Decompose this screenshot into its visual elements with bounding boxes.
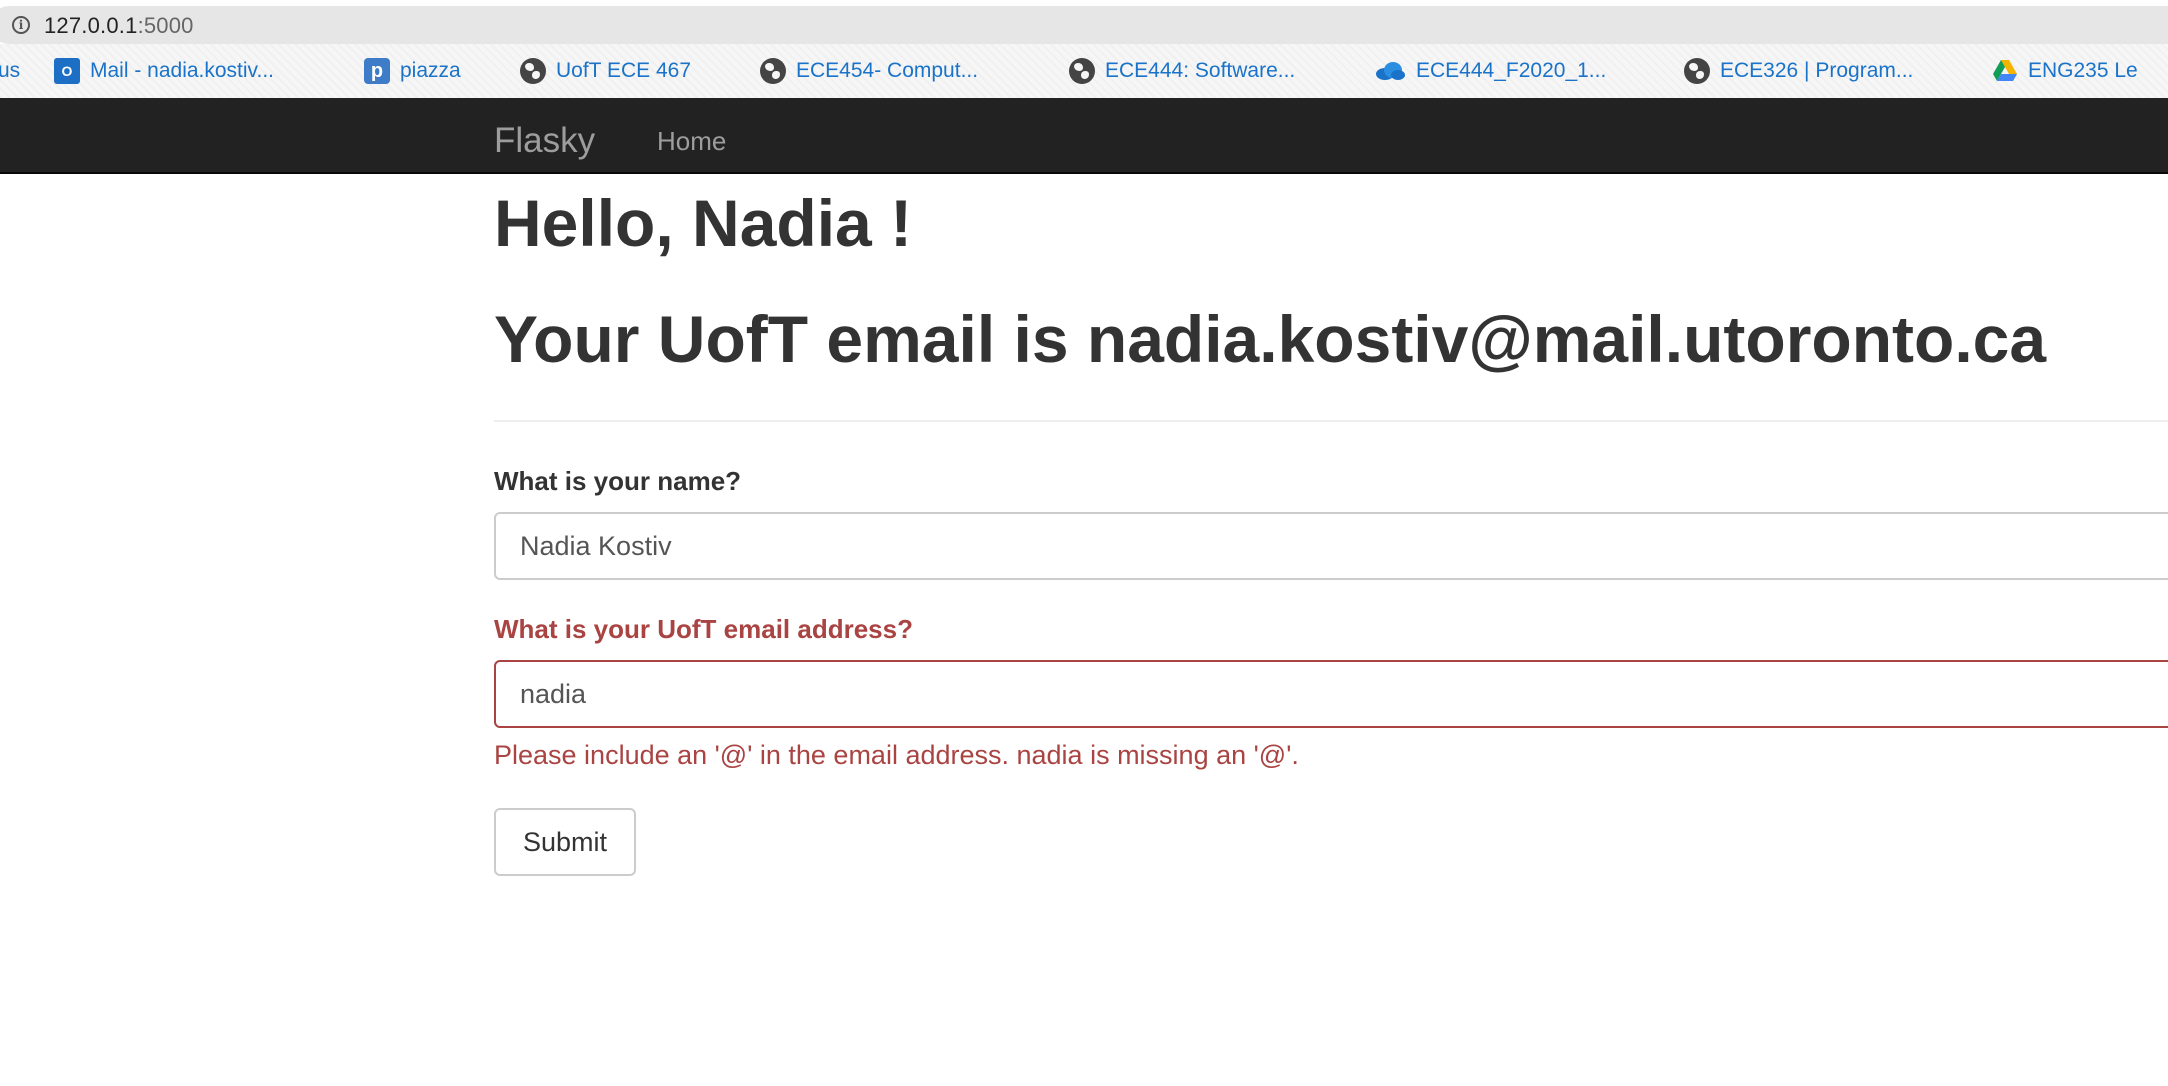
bookmark-item[interactable]: UofT ECE 467: [520, 58, 691, 84]
bookmark-label: ECE454- Comput...: [796, 59, 979, 82]
address-bar[interactable]: i 127.0.0.1:5000: [0, 6, 2168, 44]
navbar: Flasky Home: [0, 98, 2168, 174]
bookmark-item[interactable]: ENG235 Le: [1992, 58, 2138, 84]
name-input[interactable]: [494, 512, 2168, 580]
outlook-icon: O: [54, 58, 80, 84]
google-drive-icon: [1992, 58, 2018, 84]
url-text[interactable]: 127.0.0.1:5000: [44, 13, 194, 39]
url-host: 127.0.0.1: [44, 13, 138, 38]
bookmark-item[interactable]: O Mail - nadia.kostiv...: [54, 58, 274, 84]
url-port: :5000: [137, 13, 194, 38]
onedrive-icon: [1374, 58, 1406, 84]
navbar-brand[interactable]: Flasky: [494, 121, 595, 161]
header-divider: [494, 420, 2168, 422]
email-input[interactable]: [494, 660, 2168, 728]
bookmark-label: ECE326 | Program...: [1720, 59, 1914, 82]
greeting-heading: Hello, Nadia !: [494, 186, 913, 260]
bookmark-item[interactable]: ECE326 | Program...: [1684, 58, 1913, 84]
email-label: What is your UofT email address?: [494, 614, 913, 644]
globe-icon: [760, 58, 786, 84]
bookmark-label: UofT ECE 467: [556, 59, 692, 82]
bookmarks-bar: us O Mail - nadia.kostiv... p piazza Uof…: [0, 44, 2168, 98]
bookmark-label: Mail - nadia.kostiv...: [90, 59, 275, 82]
piazza-icon: p: [364, 58, 390, 84]
globe-icon: [1069, 58, 1095, 84]
submit-button[interactable]: Submit: [494, 808, 636, 876]
bookmark-item[interactable]: p piazza: [364, 58, 461, 84]
bookmark-item[interactable]: us: [0, 58, 20, 84]
bookmark-label: ECE444_F2020_1...: [1416, 59, 1607, 82]
bookmark-label: ENG235 Le: [2028, 59, 2138, 82]
email-heading: Your UofT email is nadia.kostiv@mail.uto…: [494, 302, 2047, 376]
bookmark-label: ECE444: Software...: [1105, 59, 1296, 82]
bookmark-item[interactable]: ECE444_F2020_1...: [1374, 58, 1606, 84]
globe-icon: [1684, 58, 1710, 84]
email-error-message: Please include an '@' in the email addre…: [494, 740, 1299, 770]
browser-toolbar: i 127.0.0.1:5000: [0, 0, 2168, 44]
name-label: What is your name?: [494, 466, 742, 496]
info-icon[interactable]: i: [12, 16, 30, 34]
globe-icon: [520, 58, 546, 84]
bookmark-label: us: [0, 59, 21, 82]
nav-home-link[interactable]: Home: [657, 126, 726, 157]
bookmark-item[interactable]: ECE454- Comput...: [760, 58, 978, 84]
bookmark-item[interactable]: ECE444: Software...: [1069, 58, 1295, 84]
bookmark-label: piazza: [400, 59, 461, 82]
